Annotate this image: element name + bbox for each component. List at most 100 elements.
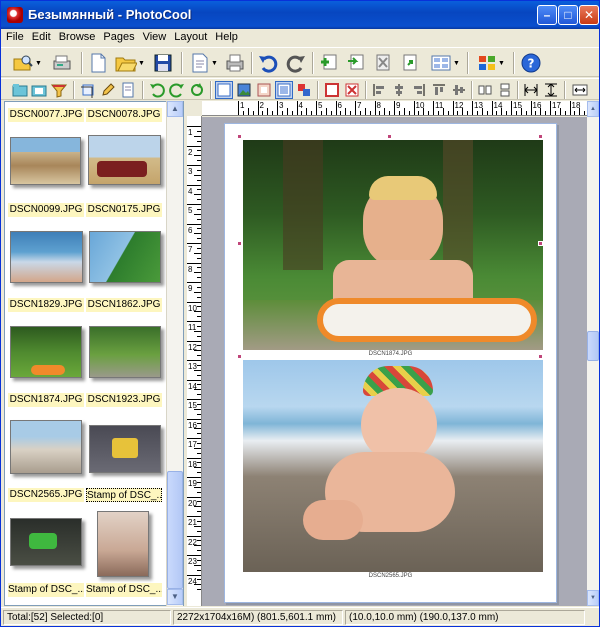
maximize-button[interactable]: □ (558, 5, 578, 25)
help-button[interactable]: ? (519, 52, 543, 74)
thumbnail-image[interactable] (97, 511, 149, 577)
undo-button[interactable] (256, 52, 280, 74)
crop-button[interactable] (79, 81, 97, 99)
selection-handle[interactable] (237, 354, 242, 359)
view-color-button[interactable] (295, 81, 313, 99)
delete-page-button[interactable] (371, 52, 395, 74)
same-width-button[interactable] (522, 81, 540, 99)
view-image-button[interactable] (235, 81, 253, 99)
thumbnail-caption[interactable]: DSCN0175.JPG (86, 203, 162, 217)
scroll-down-arrow[interactable]: ▼ (587, 590, 599, 606)
thumbnail-caption[interactable]: DSCN1829.JPG (8, 298, 84, 312)
fit-page-button[interactable] (570, 81, 590, 99)
menu-view[interactable]: View (138, 29, 170, 43)
redo-button[interactable] (284, 52, 308, 74)
align-center-button[interactable] (390, 81, 408, 99)
thumbnail-caption[interactable]: DSCN1874.JPG (8, 393, 84, 407)
menu-file[interactable]: File (1, 29, 27, 43)
thumbnail-image[interactable] (88, 135, 161, 185)
properties-button[interactable] (119, 81, 137, 99)
thumbnail-image[interactable] (10, 326, 82, 378)
same-width-icon (524, 84, 538, 96)
browse-folder-button[interactable]: ▼ (9, 52, 45, 74)
selection-handle[interactable] (538, 134, 543, 139)
rotate-left-button[interactable] (148, 81, 166, 99)
thumbnail-image[interactable] (10, 231, 83, 283)
remove-border-button[interactable] (343, 81, 361, 99)
browse-folder-button-2[interactable] (30, 81, 48, 99)
windows-menu-button[interactable]: ▼ (473, 52, 509, 74)
scroll-up-arrow[interactable]: ▲ (587, 101, 599, 117)
minimize-button[interactable]: – (537, 5, 557, 25)
selection-handle[interactable] (387, 134, 392, 139)
filter-button[interactable] (50, 81, 68, 99)
thumbnail-panel[interactable]: DSCN0077.JPG DSCN0078.JPG DSCN0099.JPG D… (4, 101, 184, 606)
workspace-scrollbar[interactable]: ▲ ▼ (587, 101, 599, 606)
browse-tree-button[interactable] (11, 81, 29, 99)
thumbnail-caption[interactable]: DSCN0077.JPG (8, 108, 84, 122)
selection-handle[interactable] (538, 354, 543, 359)
scrollbar-thumb[interactable] (167, 471, 183, 589)
page-workspace[interactable]: DSCN1874.JPG DSCN2565.JPG (202, 117, 587, 606)
selection-handle[interactable] (237, 241, 242, 246)
scroll-down-arrow[interactable]: ▼ (167, 589, 183, 605)
view-page-button[interactable] (215, 81, 233, 99)
placed-photo-1[interactable] (243, 140, 543, 350)
open-folder-icon (115, 57, 138, 72)
menu-help[interactable]: Help (210, 29, 241, 43)
menu-pages[interactable]: Pages (98, 29, 137, 43)
selection-handle[interactable] (237, 134, 242, 139)
rotate-right-button[interactable] (168, 81, 186, 99)
rotate-180-button[interactable] (188, 81, 206, 99)
thumbnail-caption[interactable]: DSCN2565.JPG (8, 488, 84, 502)
thumbnail-caption[interactable]: Stamp of DSC_... (8, 583, 84, 597)
align-top-button[interactable] (430, 81, 448, 99)
remove-border-icon (345, 83, 359, 97)
view-fit-button[interactable] (275, 81, 293, 99)
align-left-button[interactable] (370, 81, 388, 99)
scroll-up-arrow[interactable]: ▲ (167, 101, 183, 117)
thumbnail-caption[interactable]: DSCN0078.JPG (86, 108, 162, 122)
thumbnail-caption[interactable]: Stamp of DSC_... (86, 488, 162, 502)
thumbnail-caption[interactable]: DSCN1862.JPG (86, 298, 162, 312)
align-top-icon (433, 84, 445, 95)
add-page-button[interactable] (317, 52, 341, 74)
menu-browse[interactable]: Browse (54, 29, 99, 43)
new-button[interactable] (87, 52, 109, 74)
thumbnail-image[interactable] (89, 231, 161, 283)
close-button[interactable]: ✕ (579, 5, 599, 25)
align-right-button[interactable] (410, 81, 428, 99)
thumbnail-image[interactable] (10, 518, 82, 566)
view-frame-button[interactable] (255, 81, 273, 99)
distribute-v-button[interactable] (496, 81, 514, 99)
placed-photo-2[interactable] (243, 360, 543, 572)
thumbnail-caption[interactable]: DSCN1923.JPG (86, 393, 162, 407)
pencil-icon (102, 83, 115, 96)
thumbnail-image[interactable] (10, 420, 82, 474)
thumbnail-image[interactable] (89, 425, 161, 473)
layout-template-button[interactable]: ▼ (427, 52, 463, 74)
page-export-icon (403, 54, 417, 71)
scanner-button[interactable] (49, 52, 75, 74)
insert-page-button[interactable] (344, 52, 368, 74)
same-height-button[interactable] (542, 81, 560, 99)
thumbnail-scrollbar[interactable]: ▲ ▼ (166, 101, 183, 606)
align-middle-button[interactable] (450, 81, 468, 99)
selection-handle[interactable] (538, 241, 543, 246)
menu-layout[interactable]: Layout (169, 29, 210, 43)
print-page[interactable]: DSCN1874.JPG DSCN2565.JPG (224, 123, 557, 603)
thumbnail-caption[interactable]: DSCN0099.JPG (8, 203, 84, 217)
distribute-h-button[interactable] (476, 81, 494, 99)
edit-image-button[interactable] (99, 81, 117, 99)
thumbnail-caption[interactable]: Stamp of DSC_... (86, 583, 162, 597)
thumbnail-image[interactable] (89, 326, 161, 378)
menu-edit[interactable]: Edit (27, 29, 54, 43)
open-button[interactable]: ▼ (113, 52, 147, 74)
save-button[interactable] (151, 52, 175, 74)
thumbnail-image[interactable] (10, 137, 81, 185)
scrollbar-thumb[interactable] (587, 331, 599, 361)
print-preview-button[interactable]: ▼ (187, 52, 221, 74)
print-button[interactable] (223, 52, 247, 74)
border-button[interactable] (323, 81, 341, 99)
page-settings-button[interactable] (398, 52, 422, 74)
